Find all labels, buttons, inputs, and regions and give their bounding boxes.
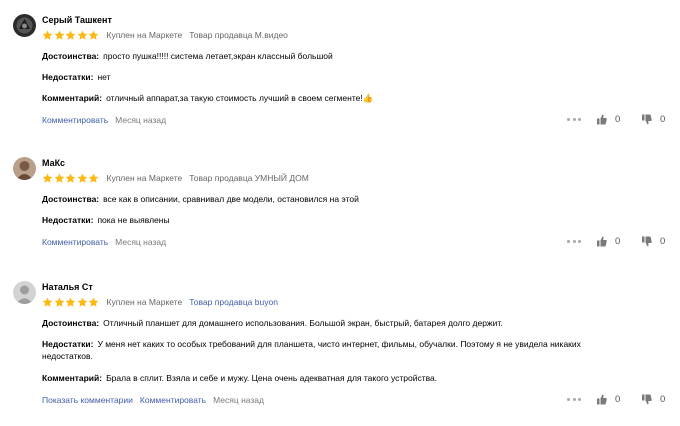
like-count: 0 — [615, 394, 621, 405]
comment-text: отличный аппарат,за такую стоимость лучш… — [106, 93, 374, 103]
cons-text-continued: недостатков. — [42, 351, 93, 361]
star-icon — [65, 30, 76, 40]
purchase-source: Куплен на Маркете — [106, 30, 183, 40]
star-icon — [88, 30, 99, 40]
author-name[interactable]: Серый Ташкент — [42, 14, 112, 26]
review-date: Месяц назад — [213, 395, 264, 405]
like-count: 0 — [615, 236, 621, 247]
thumbs-down-icon — [642, 114, 652, 125]
pros-text: Отличный планшет для домашнего использов… — [103, 318, 503, 328]
review-meta: Куплен на Маркете Товар продавца buyon — [42, 296, 278, 308]
rating-stars — [42, 30, 100, 41]
comment-text: Брала в сплит. Взяла и себе и мужу. Цена… — [106, 373, 438, 383]
review-date: Месяц назад — [115, 237, 167, 247]
star-icon — [42, 297, 53, 307]
rating-stars — [42, 173, 100, 184]
pros-text: все как в описании, сравнивал две модели… — [103, 194, 359, 204]
pros-text: просто пушка!!!!! система летает,экран к… — [103, 51, 333, 61]
more-dots-icon[interactable] — [567, 398, 581, 402]
thumbs-down-icon — [642, 236, 652, 247]
comment-label: Комментарий: — [42, 93, 103, 103]
dislike-button[interactable]: 0 — [642, 114, 665, 125]
like-button[interactable]: 0 — [597, 114, 620, 125]
star-icon — [77, 297, 87, 307]
pros-label: Достоинства: — [42, 318, 100, 328]
review-actions: Комментировать Месяц назад — [42, 236, 166, 248]
comment-label: Комментарий: — [42, 373, 103, 383]
dislike-count: 0 — [660, 114, 666, 125]
comment-button[interactable]: Комментировать — [42, 236, 108, 248]
review-meta: Куплен на Маркете Товар продавца УМНЫЙ Д… — [42, 172, 309, 184]
review-meta: Куплен на Маркете Товар продавца М.видео — [42, 29, 288, 41]
thumbs-up-icon — [597, 236, 607, 247]
seller-link[interactable]: Товар продавца buyon — [189, 297, 278, 307]
thumbs-down-icon — [642, 394, 652, 405]
star-icon — [77, 173, 87, 183]
pros-label: Достоинства: — [42, 194, 100, 204]
review-cons: Недостатки: нет — [42, 72, 110, 84]
more-dots-icon[interactable] — [567, 240, 581, 244]
review-cons-continued: недостатков. — [42, 351, 93, 363]
like-button[interactable]: 0 — [597, 236, 620, 247]
like-button[interactable]: 0 — [597, 394, 620, 405]
rating-stars — [42, 297, 100, 308]
cons-text: У меня нет каких то особых требований дл… — [97, 339, 581, 349]
cons-label: Недостатки: — [42, 72, 94, 82]
review-comment: Комментарий: Брала в сплит. Взяла и себе … — [42, 373, 437, 385]
star-icon — [65, 173, 76, 183]
star-icon — [42, 30, 53, 40]
star-icon — [77, 30, 87, 40]
purchase-source: Куплен на Маркете — [106, 297, 183, 307]
cons-text: пока не выявлены — [97, 215, 170, 225]
pros-label: Достоинства: — [42, 51, 100, 61]
seller-info: Товар продавца УМНЫЙ ДОМ — [189, 173, 309, 183]
review-cons: Недостатки: У меня нет каких то особых тр… — [42, 339, 581, 351]
cons-label: Недостатки: — [42, 215, 94, 225]
review-cons: Недостатки: пока не выявлены — [42, 215, 170, 227]
cons-label: Недостатки: — [42, 339, 94, 349]
review-pros: Достоинства: просто пушка!!!!! система ле… — [42, 51, 333, 63]
author-name[interactable]: Наталья Ст — [42, 281, 93, 293]
review-pros: Достоинства: все как в описании, сравнива… — [42, 194, 359, 206]
seller-info: Товар продавца М.видео — [189, 30, 288, 40]
avatar[interactable] — [13, 157, 36, 180]
thumbs-up-icon — [597, 114, 607, 125]
star-icon — [42, 173, 53, 183]
avatar[interactable] — [13, 14, 36, 37]
like-count: 0 — [615, 114, 621, 125]
star-icon — [88, 173, 99, 183]
purchase-source: Куплен на Маркете — [106, 173, 183, 183]
dislike-count: 0 — [660, 394, 666, 405]
star-icon — [54, 30, 64, 40]
review-comment: Комментарий: отличный аппарат,за такую ст… — [42, 93, 373, 105]
star-icon — [54, 173, 64, 183]
dislike-button[interactable]: 0 — [642, 394, 665, 405]
comment-button[interactable]: Комментировать — [42, 114, 108, 126]
review-pros: Достоинства: Отличный планшет для домашне… — [42, 318, 503, 330]
thumbs-up-icon — [597, 394, 607, 405]
cons-text: нет — [97, 72, 111, 82]
review-actions: Показать комментарии Комментировать Меся… — [42, 394, 264, 406]
star-icon — [88, 297, 99, 307]
more-dots-icon[interactable] — [567, 118, 581, 122]
star-icon — [65, 297, 76, 307]
avatar[interactable] — [13, 281, 36, 304]
comment-button[interactable]: Комментировать — [140, 394, 206, 406]
show-comments-button[interactable]: Показать комментарии — [42, 394, 133, 406]
author-name[interactable]: МаКс — [42, 157, 65, 169]
dislike-button[interactable]: 0 — [642, 236, 665, 247]
review-actions: Комментировать Месяц назад — [42, 114, 166, 126]
star-icon — [54, 297, 64, 307]
dislike-count: 0 — [660, 236, 666, 247]
review-date: Месяц назад — [115, 115, 167, 125]
